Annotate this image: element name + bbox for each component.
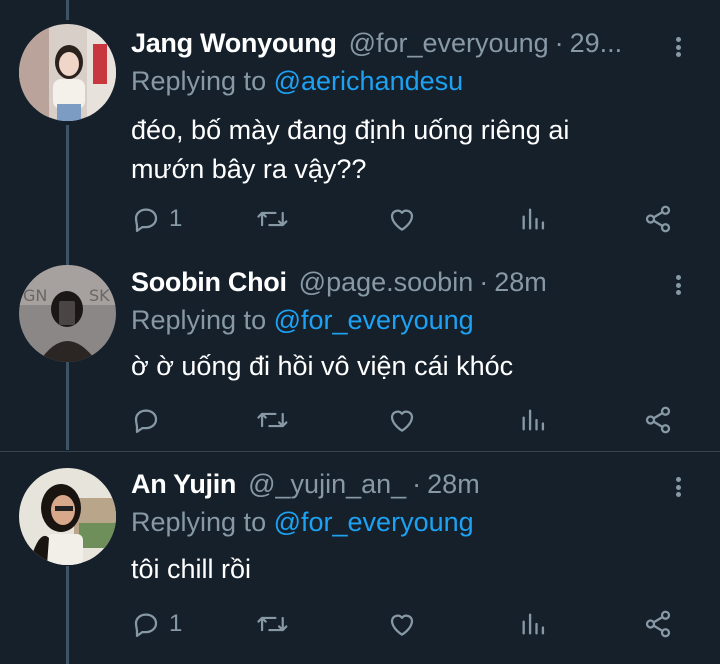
timestamp[interactable]: 28m [427, 469, 480, 500]
share-icon [645, 610, 671, 638]
mention-link[interactable]: @for_everyoung [274, 507, 474, 537]
share-button[interactable] [643, 199, 673, 239]
like-button[interactable] [387, 604, 417, 644]
user-handle[interactable]: @for_everyoung [349, 28, 549, 59]
analytics-button[interactable] [519, 604, 547, 644]
replying-to-line: Replying to @aerichandesu [131, 66, 463, 97]
retweet-button[interactable] [256, 400, 290, 440]
more-options-button[interactable] [668, 32, 688, 62]
tweet-header: Jang Wonyoung @for_everyoung · 29... [131, 28, 660, 62]
tweet-text: đéo, bố mày đang định uống riêng ai mướn… [131, 111, 670, 189]
tweet-text-line: tôi chill rồi [131, 554, 252, 584]
tweet-item[interactable]: Jang Wonyoung @for_everyoung · 29... Rep… [0, 0, 720, 250]
more-options-button[interactable] [668, 472, 688, 502]
more-options-button[interactable] [668, 270, 688, 300]
timestamp[interactable]: 28m [494, 267, 547, 298]
retweet-icon [257, 211, 288, 227]
tweet-text: tôi chill rồi [131, 550, 670, 589]
replying-to-line: Replying to @for_everyoung [131, 305, 474, 336]
more-vertical-icon [675, 275, 681, 280]
tweet-item[interactable]: An Yujin @_yujin_an_ · 28m Replying to @… [0, 452, 720, 664]
reply-bubble-icon [134, 208, 158, 232]
avatar[interactable] [19, 468, 116, 565]
replying-to-label: Replying to [131, 305, 267, 335]
avatar[interactable] [19, 24, 116, 121]
timestamp[interactable]: 29... [570, 28, 623, 59]
tweet-text-line: mướn bây ra vậy?? [131, 154, 367, 184]
more-vertical-icon [675, 477, 681, 482]
replying-to-line: Replying to @for_everyoung [131, 507, 474, 538]
replying-to-label: Replying to [131, 66, 267, 96]
share-icon [645, 205, 671, 233]
analytics-button[interactable] [519, 400, 547, 440]
tweet-header: An Yujin @_yujin_an_ · 28m [131, 469, 660, 503]
display-name[interactable]: Soobin Choi [131, 267, 287, 298]
analytics-bars-icon [522, 613, 545, 635]
action-bar: 1 [131, 199, 691, 239]
action-bar: 1 [131, 604, 691, 644]
reply-bubble-icon [134, 409, 158, 433]
tweet-text-line: ờ ờ uống đi hồi vô viện cái khóc [131, 351, 514, 381]
reply-button[interactable]: 1 [131, 199, 182, 239]
action-bar [131, 400, 691, 440]
reply-feed: Jang Wonyoung @for_everyoung · 29... Rep… [0, 0, 720, 664]
heart-icon [390, 209, 414, 231]
reply-button[interactable] [131, 400, 169, 440]
svg-text:GN: GN [23, 286, 47, 305]
more-vertical-icon [675, 37, 681, 42]
separator-dot: · [479, 267, 489, 297]
mention-link[interactable]: @for_everyoung [274, 305, 474, 335]
reply-count: 1 [169, 205, 183, 232]
tweet-text-line: đéo, bố mày đang định uống riêng ai [131, 115, 570, 145]
separator-dot: · [554, 28, 564, 58]
like-button[interactable] [387, 400, 417, 440]
separator-dot: · [412, 469, 422, 499]
analytics-button[interactable] [519, 199, 547, 239]
tweet-text: ờ ờ uống đi hồi vô viện cái khóc [131, 347, 670, 386]
display-name[interactable]: An Yujin [131, 469, 236, 500]
retweet-button[interactable] [256, 199, 290, 239]
share-button[interactable] [643, 400, 673, 440]
analytics-bars-icon [522, 409, 545, 431]
user-handle[interactable]: @_yujin_an_ [248, 469, 406, 500]
tweet-header: Soobin Choi @page.soobin · 28m [131, 267, 660, 301]
reply-bubble-icon [134, 613, 158, 637]
retweet-icon [257, 412, 288, 428]
user-handle[interactable]: @page.soobin [299, 267, 474, 298]
share-icon [645, 406, 671, 434]
avatar[interactable]: GN SK [19, 265, 116, 362]
svg-text:SK: SK [89, 286, 110, 305]
display-name[interactable]: Jang Wonyoung [131, 28, 337, 59]
avatar-photo: GN SK [19, 265, 116, 362]
avatar-photo [19, 468, 116, 565]
mention-link[interactable]: @aerichandesu [274, 66, 464, 96]
heart-icon [390, 410, 414, 432]
reply-button[interactable]: 1 [131, 604, 182, 644]
heart-icon [390, 614, 414, 636]
reply-count: 1 [169, 610, 183, 637]
avatar-photo [19, 24, 116, 121]
retweet-button[interactable] [256, 604, 290, 644]
share-button[interactable] [643, 604, 673, 644]
tweet-item[interactable]: GN SK Soobin Choi @page.soobin · 28m Rep… [0, 250, 720, 450]
retweet-icon [257, 616, 288, 632]
replying-to-label: Replying to [131, 507, 267, 537]
like-button[interactable] [387, 199, 417, 239]
analytics-bars-icon [522, 208, 545, 230]
